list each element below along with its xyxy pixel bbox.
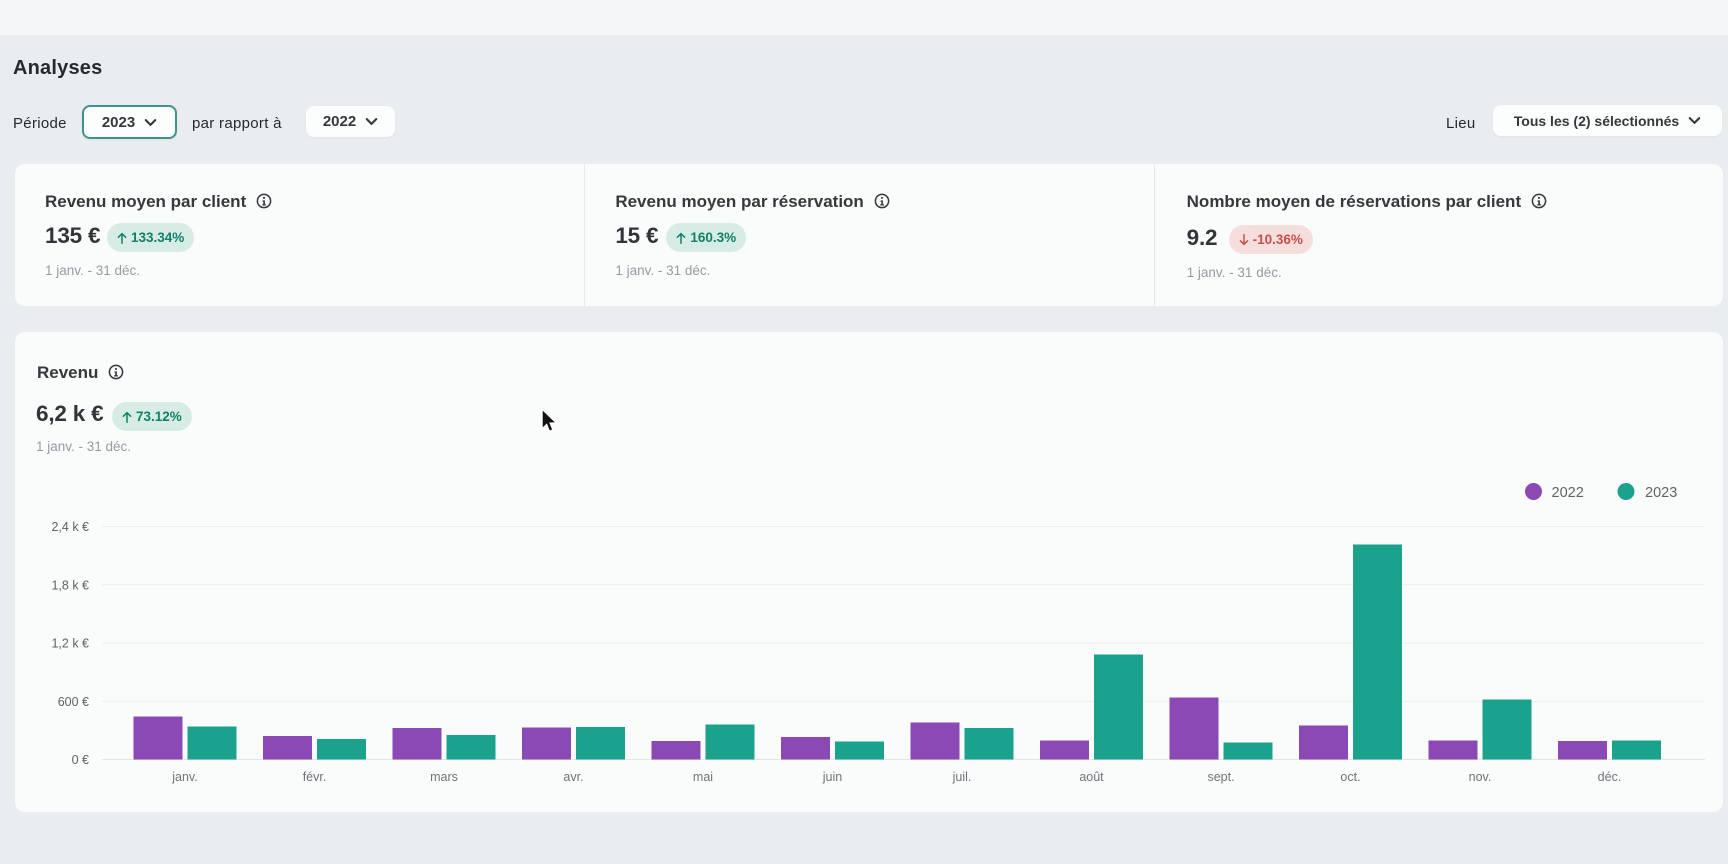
svg-text:sept.: sept. <box>1207 770 1234 784</box>
svg-text:janv.: janv. <box>171 770 197 784</box>
svg-text:2022: 2022 <box>1552 485 1584 501</box>
svg-text:2023: 2023 <box>1645 485 1677 501</box>
svg-text:avr.: avr. <box>563 770 583 784</box>
svg-text:1,2 k €: 1,2 k € <box>51 637 89 651</box>
svg-text:août: août <box>1079 770 1104 784</box>
svg-text:juil.: juil. <box>952 770 972 784</box>
svg-text:oct.: oct. <box>1340 770 1360 784</box>
svg-text:0 €: 0 € <box>72 753 89 767</box>
svg-text:600 €: 600 € <box>58 695 89 709</box>
svg-text:nov.: nov. <box>1469 770 1492 784</box>
svg-text:févr.: févr. <box>303 770 327 784</box>
svg-text:mai: mai <box>693 770 713 784</box>
svg-text:juin: juin <box>822 770 843 784</box>
svg-text:2,4 k €: 2,4 k € <box>51 520 89 534</box>
svg-text:1,8 k €: 1,8 k € <box>51 578 89 592</box>
svg-text:déc.: déc. <box>1598 770 1622 784</box>
svg-text:mars: mars <box>430 770 458 784</box>
